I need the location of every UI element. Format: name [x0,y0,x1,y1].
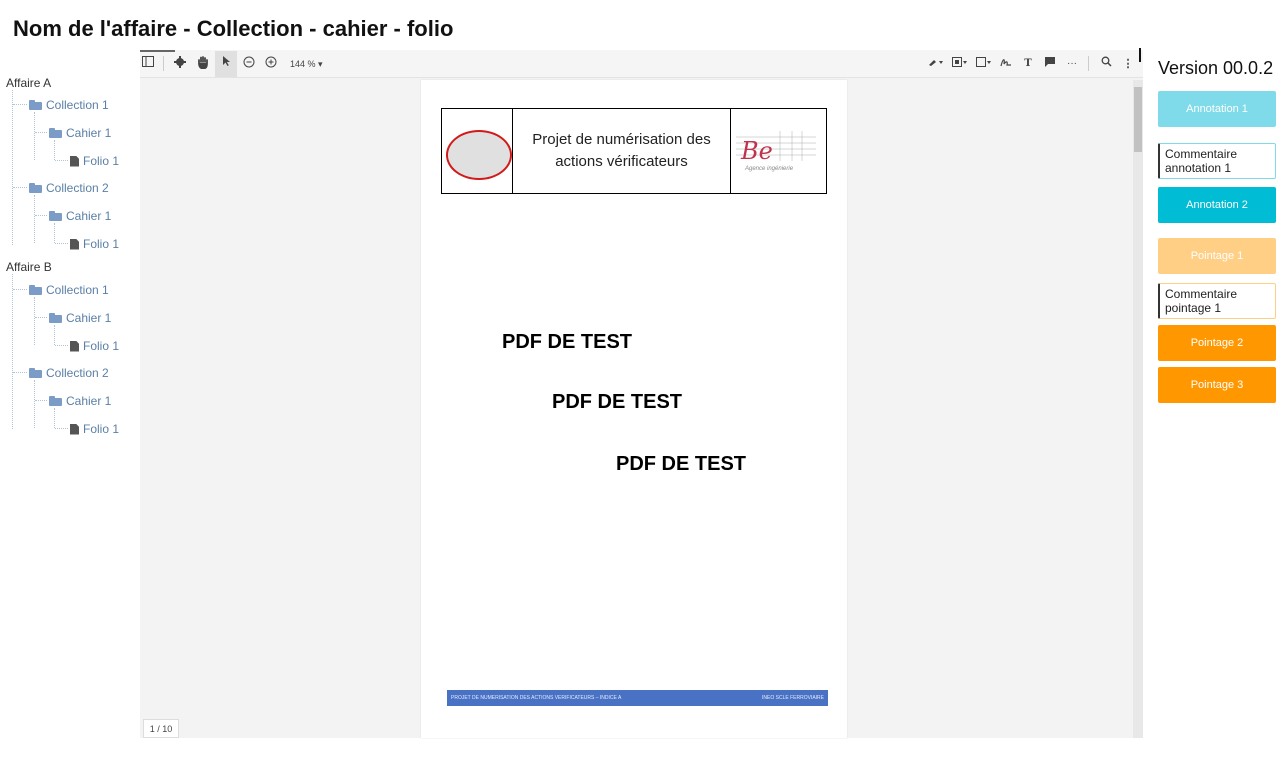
more-tools-icon[interactable]: ··· [1064,56,1080,72]
pointage-comment-field[interactable]: Commentaire pointage 1 [1158,283,1276,319]
pdf-body-line: PDF DE TEST [616,453,747,475]
folder-open-icon [29,368,42,378]
tree-folio[interactable]: Folio 1 [70,237,119,251]
vertical-scrollbar[interactable] [1133,80,1143,738]
be-logo: Be Agence ingénierie [736,131,816,172]
pdf-header-box: Projet de numérisation des actions vérif… [441,108,827,194]
tree-cahier[interactable]: Cahier 1 [49,394,111,408]
tree-folio[interactable]: Folio 1 [70,422,119,436]
select-cursor-icon[interactable] [215,51,237,77]
shape-tool-icon[interactable] [974,56,994,72]
gear-icon[interactable] [172,56,188,72]
file-icon [70,238,79,250]
tree-affaire-b[interactable]: Affaire B [6,260,52,274]
tree-affaire-a[interactable]: Affaire A [6,76,51,90]
scroll-thumb[interactable] [1134,87,1142,152]
folder-open-icon [49,128,62,138]
pdf-viewer: 144 % ▾ T ··· ⋮ Projet de numérisation d… [140,50,1143,738]
pdf-footer-bar: PROJET DE NUMERISATION DES ACTIONS VERIF… [447,690,828,706]
pointage-1-button[interactable]: Pointage 1 [1158,238,1276,274]
file-icon [70,340,79,352]
zoom-select[interactable]: 144 % ▾ [290,56,323,72]
pdf-header-text: Projet de numérisation des actions vérif… [513,109,731,193]
folder-open-icon [49,211,62,221]
search-icon[interactable] [1098,56,1114,72]
tree-cahier[interactable]: Cahier 1 [49,209,111,223]
zoom-in-icon[interactable] [263,56,279,72]
folder-open-icon [29,183,42,193]
file-icon [70,423,79,435]
pointage-3-button[interactable]: Pointage 3 [1158,367,1276,403]
sidebar-toggle-icon[interactable] [140,56,156,72]
logo-oval-icon [446,130,512,180]
tree-collection[interactable]: Collection 1 [29,283,109,297]
text-box-tool-icon[interactable] [950,56,970,72]
tree-cahier[interactable]: Cahier 1 [49,126,111,140]
tree-cahier[interactable]: Cahier 1 [49,311,111,325]
pointage-2-button[interactable]: Pointage 2 [1158,325,1276,361]
version-label: Version 00.0.2 [1158,58,1274,78]
tree-folio[interactable]: Folio 1 [70,339,119,353]
zoom-out-icon[interactable] [241,56,257,72]
pdf-body-line: PDF DE TEST [552,391,683,413]
pdf-page: Projet de numérisation des actions vérif… [421,80,847,738]
file-icon [70,155,79,167]
annotation-comment-field[interactable]: Commentaire annotation 1 [1158,143,1276,179]
folder-open-icon [49,396,62,406]
text-caret [1139,48,1141,62]
annotation-1-button[interactable]: Annotation 1 [1158,91,1276,127]
tree-collection[interactable]: Collection 2 [29,181,109,195]
tree-collection[interactable]: Collection 2 [29,366,109,380]
annotation-2-button[interactable]: Annotation 2 [1158,187,1276,223]
text-tool-icon[interactable]: T [1020,56,1036,72]
tree-collection[interactable]: Collection 1 [29,98,109,112]
signature-icon[interactable] [998,56,1014,72]
overflow-menu-icon[interactable]: ⋮ [1120,56,1136,72]
pdf-body-line: PDF DE TEST [502,331,633,353]
viewer-toolbar: 144 % ▾ T ··· ⋮ [140,50,1143,78]
folder-open-icon [29,285,42,295]
folder-open-icon [49,313,62,323]
page-indicator: 1 / 10 [143,719,179,738]
tree-folio[interactable]: Folio 1 [70,154,119,168]
comment-icon[interactable] [1042,56,1058,72]
pen-tool-icon[interactable] [926,56,946,72]
page-title: Nom de l'affaire - Collection - cahier -… [13,16,454,41]
folder-open-icon [29,100,42,110]
hand-pan-icon[interactable] [195,56,211,72]
